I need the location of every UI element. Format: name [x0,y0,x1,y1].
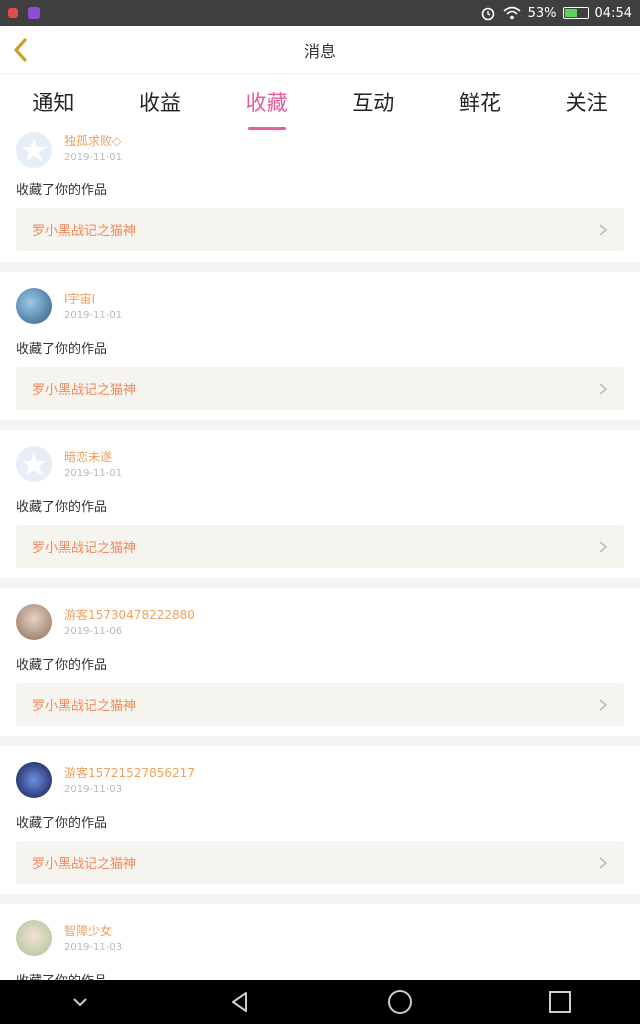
home-circle-icon [388,990,412,1014]
status-bar: 53% 04:54 [0,0,640,26]
action-text: 收藏了你的作品 [16,342,108,357]
username[interactable]: 独孤求败◇ [64,132,121,149]
date: 2019-11-06 [64,626,123,637]
list-item: 暗恋未遂 2019-11-01 收藏了你的作品 罗小黑战记之猫神 [0,430,640,570]
divider [0,736,640,746]
username[interactable]: 游客15721527856217 [64,764,195,781]
wifi-icon [503,6,521,20]
battery-percent: 53% [527,5,557,21]
list-item: 独孤求败◇ 2019-11-01 收藏了你的作品 罗小黑战记之猫神 [0,130,640,260]
username[interactable]: 暗恋未遂 [64,448,112,465]
work-link[interactable]: 罗小黑战记之猫神 [16,683,624,726]
user-avatar[interactable] [16,762,52,798]
chevron-down-icon [73,998,87,1007]
date: 2019-11-03 [64,942,123,953]
tab-earnings[interactable]: 收益 [133,77,187,127]
chevron-right-icon [599,382,608,395]
action-text: 收藏了你的作品 [16,500,108,515]
status-left [8,7,40,19]
user-avatar[interactable] [16,920,52,956]
chevron-right-icon [599,540,608,553]
tab-notifications[interactable]: 通知 [26,77,80,127]
action-text: 收藏了你的作品 [16,658,108,673]
date: 2019-11-01 [64,310,123,321]
work-title: 罗小黑战记之猫神 [32,699,137,714]
date: 2019-11-01 [64,152,123,163]
action-text: 收藏了你的作品 [16,816,108,831]
hide-nav-button[interactable] [65,987,95,1017]
list-item: I宇宙I 2019-11-01 收藏了你的作品 罗小黑战记之猫神 [0,272,640,412]
username[interactable]: 游客15730478222880 [64,606,195,623]
user-avatar[interactable] [16,604,52,640]
work-title: 罗小黑战记之猫神 [32,857,137,872]
work-link[interactable]: 罗小黑战记之猫神 [16,208,624,251]
divider [0,420,640,430]
back-button[interactable] [225,987,255,1017]
chevron-right-icon [599,223,608,236]
list-item: 智障少女 2019-11-03 收藏了你的作品 [0,904,640,980]
chevron-right-icon [599,856,608,869]
message-tabs: 通知 收益 收藏 互动 鲜花 关注 [0,74,640,130]
default-avatar[interactable] [16,446,52,482]
clock: 04:54 [594,5,632,21]
default-avatar[interactable] [16,132,52,168]
work-title: 罗小黑战记之猫神 [32,224,137,239]
work-title: 罗小黑战记之猫神 [32,541,137,556]
tab-follows[interactable]: 关注 [560,77,614,127]
system-nav-bar [0,980,640,1024]
divider [0,894,640,904]
action-text: 收藏了你的作品 [16,183,108,198]
page-title: 消息 [303,41,336,61]
alarm-icon [481,7,494,21]
work-link[interactable]: 罗小黑战记之猫神 [16,525,624,568]
work-link[interactable]: 罗小黑战记之猫神 [16,841,624,884]
tab-interactions[interactable]: 互动 [346,77,400,127]
battery-icon [562,7,589,19]
action-text: 收藏了你的作品 [16,970,107,980]
user-avatar[interactable] [16,288,52,324]
work-link[interactable]: 罗小黑战记之猫神 [16,367,624,410]
divider [0,578,640,588]
list-item: 游客15721527856217 2019-11-03 收藏了你的作品 罗小黑战… [0,746,640,886]
chevron-right-icon [599,698,608,711]
back-triangle-icon [232,992,247,1012]
date: 2019-11-01 [64,468,123,479]
notification-app-icon-2 [28,7,40,19]
recents-square-icon [549,991,571,1013]
recents-button[interactable] [545,987,575,1017]
username[interactable]: I宇宙I [64,290,95,307]
notification-app-icon [8,8,18,18]
list-item: 游客15730478222880 2019-11-06 收藏了你的作品 罗小黑战… [0,588,640,728]
status-right: 53% 04:54 [480,5,632,21]
username[interactable]: 智障少女 [64,922,112,939]
divider [0,262,640,272]
back-arrow-icon[interactable] [8,36,36,64]
date: 2019-11-03 [64,784,123,795]
home-button[interactable] [385,987,415,1017]
tab-favorites[interactable]: 收藏 [240,77,294,130]
favorites-list: 独孤求败◇ 2019-11-01 收藏了你的作品 罗小黑战记之猫神 I宇宙I 2… [0,130,640,980]
work-title: 罗小黑战记之猫神 [32,383,137,398]
tab-flowers[interactable]: 鲜花 [453,77,507,127]
page-header: 消息 [0,26,640,74]
